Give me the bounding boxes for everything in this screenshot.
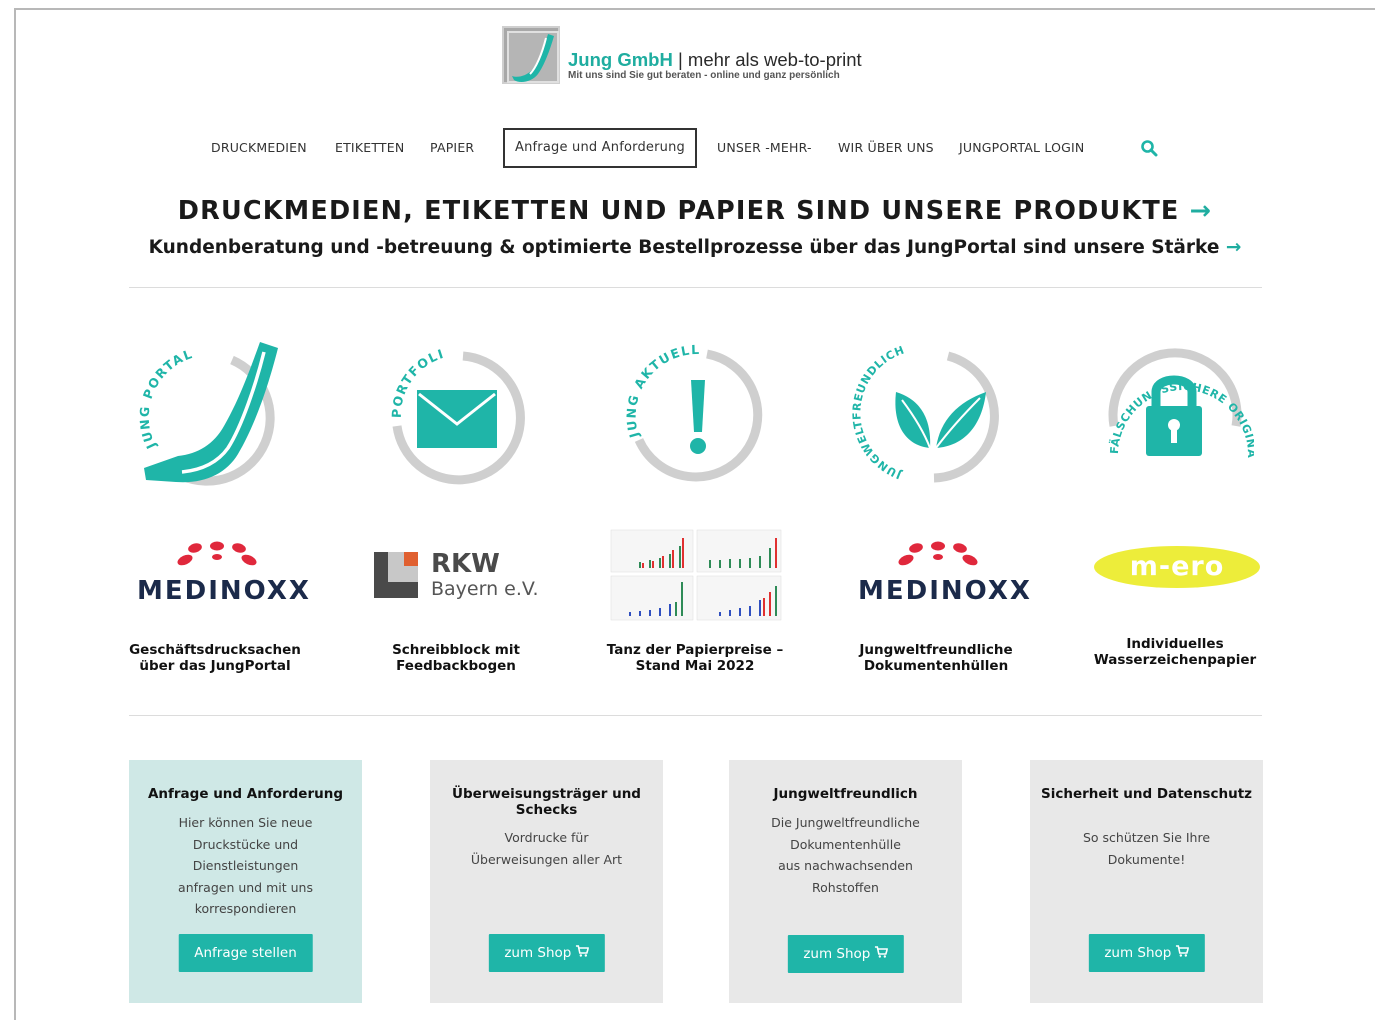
card-text: Die Jungweltfreundliche Dokumentenhülle au… (771, 815, 920, 895)
portfolio-link[interactable]: PORTFOLIO (377, 336, 537, 496)
main-nav: DRUCKMEDIEN ETIKETTEN PAPIER Anfrage und… (0, 128, 1375, 168)
nav-druckmedien[interactable]: DRUCKMEDIEN (211, 128, 307, 168)
rkw-bayern-logo[interactable]: RKW Bayern e.V. (374, 549, 554, 600)
leaves-icon (895, 392, 986, 449)
mero-logo[interactable]: m-ero (1093, 545, 1261, 589)
exclamation-icon (690, 380, 706, 454)
card-text: So schützen Sie Ihre Dokumente! (1082, 830, 1211, 867)
svg-text:JUNG AKTUELL: JUNG AKTUELL (623, 342, 700, 441)
nav-etiketten[interactable]: ETIKETTEN (335, 128, 404, 168)
brand-subtagline: Mit uns sind Sie gut beraten - online un… (568, 70, 840, 81)
medinoxx-wordmark: MEDINOXX (137, 576, 311, 606)
page-title: DRUCKMEDIEN, ETIKETTEN UND PAPIER SIND U… (177, 196, 1213, 226)
medinoxx-logo[interactable]: MEDINOXX (137, 540, 311, 610)
anfrage-stellen-button[interactable]: Anfrage stellen (178, 934, 313, 972)
divider (129, 287, 1262, 288)
jung-portal-link[interactable]: JUNG PORTAL (132, 336, 292, 496)
search-icon[interactable] (1140, 139, 1158, 157)
rkw-wordmark: RKW (431, 549, 500, 579)
paper-price-charts-thumbnail[interactable] (609, 528, 783, 622)
card-text: Vordrucke für Überweisungen aller Art (470, 830, 623, 867)
zum-shop-button[interactable]: zum Shop (787, 935, 904, 973)
nav-anfrage[interactable]: Anfrage und Anforderung (503, 128, 697, 168)
brand-tagline: | mehr als web-to-print (677, 49, 862, 70)
card-title: Überweisungsträger und Schecks (452, 786, 641, 818)
nav-papier[interactable]: PAPIER (430, 128, 474, 168)
card-text: Hier können Sie neue Druckstücke und Diens… (178, 815, 313, 916)
page-subtitle: Kundenberatung und -betreuung & optimier… (148, 237, 1242, 258)
arrow-icon: → (1189, 196, 1213, 226)
brand-name: Jung GmbH (568, 49, 673, 70)
nav-jungportal-login[interactable]: JUNGPORTAL LOGIN (959, 128, 1084, 168)
jungweltfreundlich-link[interactable]: JUNGWELTFREUNDLICH (852, 336, 1012, 496)
ring-label: JUNG AKTUELL (623, 342, 699, 441)
medinoxx-mark-icon (898, 541, 978, 566)
zum-shop-button[interactable]: zum Shop (1088, 934, 1205, 972)
cart-icon (1175, 945, 1190, 957)
rkw-mark-icon (374, 552, 418, 598)
card-title: Jungweltfreundlich (773, 786, 918, 802)
jung-aktuell-link[interactable]: JUNG AKTUELL (617, 336, 777, 496)
medinoxx-logo[interactable]: MEDINOXX (858, 540, 1032, 610)
nav-wir-ueber-uns[interactable]: WIR ÜBER UNS (838, 128, 934, 168)
card-title: Anfrage und Anforderung (147, 786, 344, 802)
card-ueberweisung: Überweisungsträger und Schecks Vordrucke… (430, 760, 663, 1003)
cart-icon (874, 946, 889, 958)
arrow-icon: → (1225, 237, 1242, 258)
item-title[interactable]: Geschäftsdrucksachen über das JungPortal (105, 642, 325, 674)
item-title[interactable]: Tanz der Papierpreise – Stand Mai 2022 (585, 642, 805, 674)
j-logo-icon (502, 26, 560, 84)
faelschungssichere-originale-link[interactable]: FÄLSCHUNGSSICHERE ORIGINALE (1094, 336, 1254, 496)
site-logo[interactable]: Jung GmbH | mehr als web-to-print Mit un… (502, 26, 862, 86)
item-title[interactable]: Jungweltfreundliche Dokumentenhüllen (826, 642, 1046, 674)
mero-wordmark: m-ero (1129, 551, 1225, 582)
svg-text:JUNG PORTAL: JUNG PORTAL (137, 346, 195, 452)
nav-unser-mehr[interactable]: UNSER -MEHR- (717, 128, 812, 168)
ring-label: JUNG PORTAL (137, 346, 194, 452)
medinoxx-wordmark: MEDINOXX (858, 576, 1032, 606)
cart-icon (575, 945, 590, 957)
item-title[interactable]: Individuelles Wasserzeichenpapier (1065, 636, 1285, 668)
item-title[interactable]: Schreibblock mit Feedbackbogen (346, 642, 566, 674)
card-sicherheit: Sicherheit und Datenschutz So schützen S… (1030, 760, 1263, 1003)
card-jungweltfreundlich: Jungweltfreundlich Die Jungweltfreundlic… (729, 760, 962, 1003)
rkw-subtext: Bayern e.V. (431, 578, 539, 600)
card-title: Sicherheit und Datenschutz (1040, 786, 1253, 802)
zum-shop-button[interactable]: zum Shop (488, 934, 605, 972)
card-anfrage: Anfrage und Anforderung Hier können Sie … (129, 760, 362, 1003)
divider (129, 715, 1262, 716)
envelope-icon (417, 390, 497, 448)
medinoxx-mark-icon (177, 541, 257, 566)
